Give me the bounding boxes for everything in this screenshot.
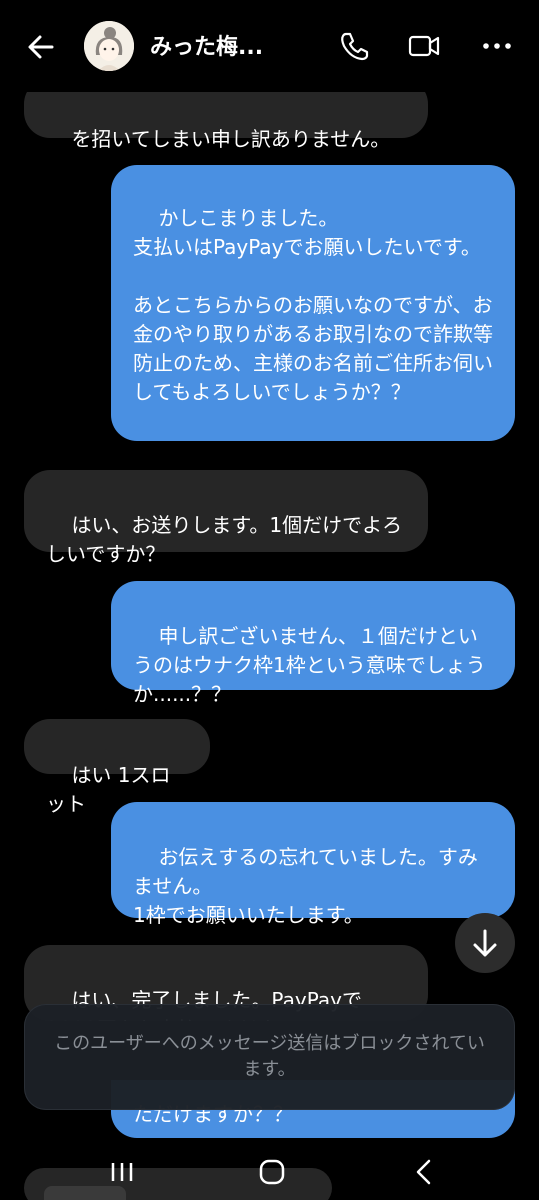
avatar-illustration — [84, 21, 134, 71]
recent-apps-icon[interactable] — [102, 1152, 142, 1192]
back-icon[interactable] — [404, 1152, 444, 1192]
message-sent[interactable]: お伝えするの忘れていました。すみません。 1枠でお願いいたします。 — [111, 802, 515, 927]
message-text: はい、お送りします。1個だけでよろしいですか？ — [46, 513, 403, 566]
blocked-notice: このユーザーへのメッセージ送信はブロックされています。 — [24, 1004, 515, 1110]
message-received[interactable]: はい、お送りします。1個だけでよろしいですか？ — [24, 470, 428, 566]
message-sent[interactable]: 申し訳ございません、１個だけというのはウナク枠1枠という意味でしょうか.....… — [111, 581, 515, 706]
blocked-notice-text: このユーザーへのメッセージ送信はブロックされています。 — [54, 1033, 485, 1080]
message-received[interactable]: はい 1スロット — [24, 719, 210, 816]
avatar[interactable] — [84, 21, 134, 71]
system-navigation-bar — [0, 1140, 539, 1200]
scroll-to-bottom-button[interactable] — [455, 913, 515, 973]
message-text: かしこまりました。 支払いはPayPayでお願いしたいです。 あとこちらからのお… — [133, 206, 493, 404]
chat-header: みった梅... — [0, 0, 539, 92]
back-arrow-icon[interactable] — [24, 30, 58, 64]
arrow-down-icon — [473, 929, 497, 957]
home-icon[interactable] — [252, 1152, 292, 1192]
contact-name[interactable]: みった梅... — [150, 29, 263, 61]
message-text: 申し訳ございません、１個だけというのはウナク枠1枠という意味でしょうか.....… — [133, 624, 486, 706]
video-icon[interactable] — [406, 28, 442, 64]
message-sent[interactable]: かしこまりました。 支払いはPayPayでお願いしたいです。 あとこちらからのお… — [111, 165, 515, 441]
more-icon[interactable] — [479, 28, 515, 64]
message-text: お伝えするの忘れていました。すみません。 1枠でお願いいたします。 — [133, 845, 478, 927]
message-text: を招いてしまい申し訳ありません。 — [71, 127, 391, 151]
phone-icon[interactable] — [336, 28, 372, 64]
